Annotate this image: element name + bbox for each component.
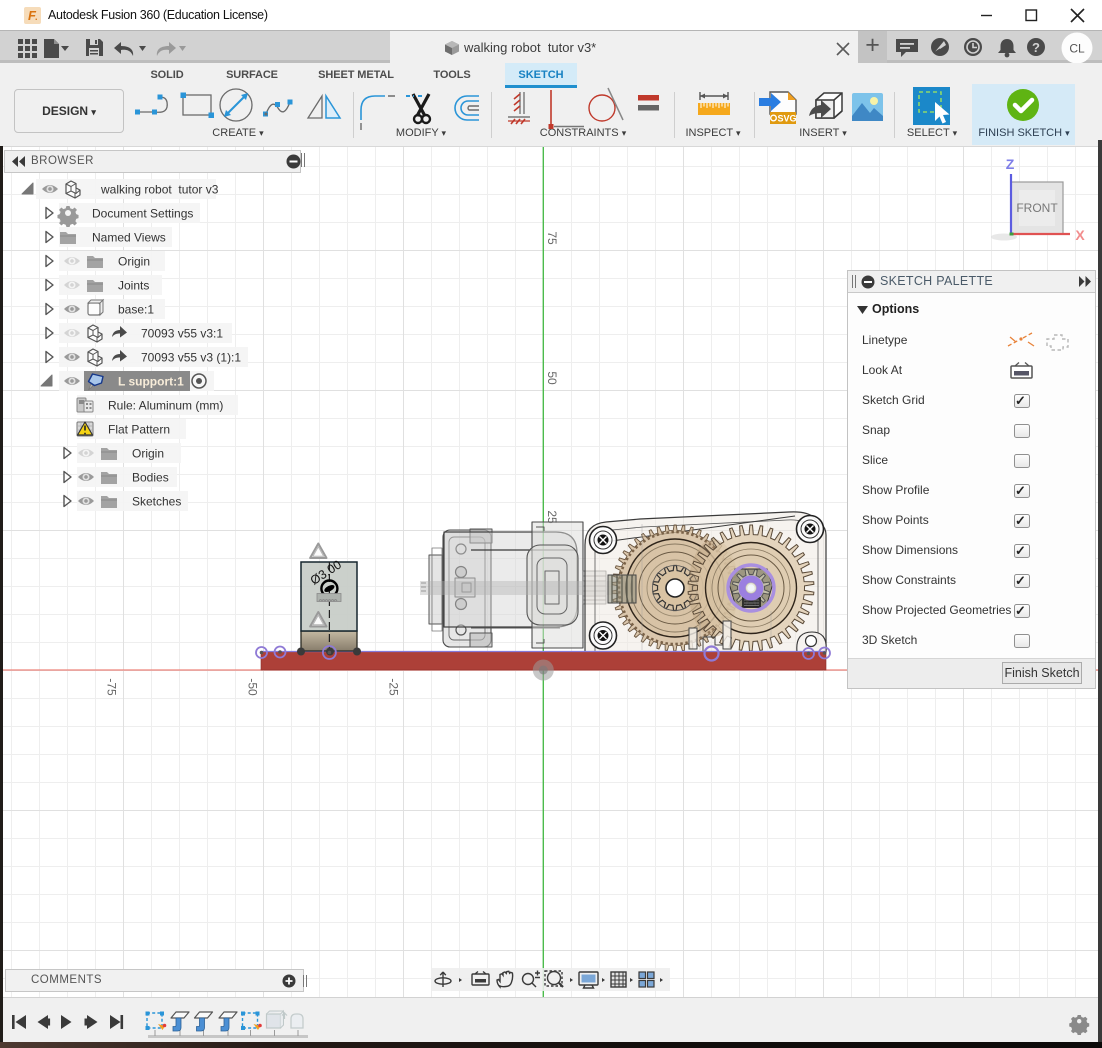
svg-text:70093 v55 v3:1: 70093 v55 v3:1 [141,327,223,341]
svg-text:Origin: Origin [132,447,164,461]
svg-text:Sketches: Sketches [132,495,181,509]
svg-text:Rule: Aluminum (mm): Rule: Aluminum (mm) [108,399,223,413]
svg-text:L support:1: L support:1 [118,375,184,389]
svg-text:FRONT: FRONT [1016,201,1058,215]
svg-text:70093 v55 v3 (1):1: 70093 v55 v3 (1):1 [141,351,241,365]
svg-text:SVG: SVG [778,114,797,124]
svg-text:Flat Pattern: Flat Pattern [108,423,170,437]
svg-text:Document Settings: Document Settings [92,207,193,221]
svg-text:?: ? [1032,40,1040,55]
svg-text:base:1: base:1 [118,303,154,317]
svg-text:walking robot tutor v3: walking robot tutor v3 [100,183,219,197]
svg-text:Origin: Origin [118,255,150,269]
svg-text:Z: Z [1006,156,1015,172]
svg-text:50: 50 [545,371,559,385]
svg-text:-25: -25 [387,678,401,696]
svg-text:-50: -50 [246,678,260,696]
svg-text:-75: -75 [105,678,119,696]
svg-text:75: 75 [545,231,559,245]
svg-text:X: X [1075,227,1085,243]
svg-text:Joints: Joints [118,279,149,293]
svg-text:CL: CL [1069,42,1085,56]
svg-text:Bodies: Bodies [132,471,169,485]
svg-text:Named Views: Named Views [92,231,166,245]
